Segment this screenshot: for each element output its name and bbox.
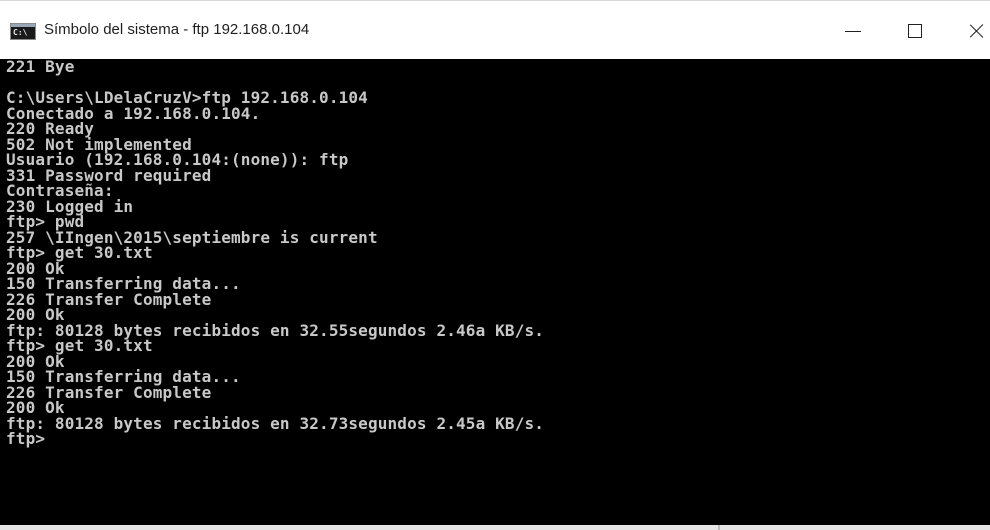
console-line: ftp> get 30.txt bbox=[6, 243, 153, 262]
console-output[interactable]: 221 Bye C:\Users\LDelaCruzV>ftp 192.168.… bbox=[0, 59, 990, 525]
resize-mark bbox=[718, 525, 720, 530]
console-line: Conectado a 192.168.0.104. bbox=[6, 103, 261, 123]
window-title: Símbolo del sistema - ftp 192.168.0.104 bbox=[44, 21, 310, 38]
title-bar[interactable]: C:\ Símbolo del sistema - ftp 192.168.0.… bbox=[0, 1, 990, 59]
maximize-button[interactable] bbox=[892, 14, 938, 48]
cmd-icon-bar bbox=[11, 24, 35, 27]
console-line: 331 Password required bbox=[6, 165, 212, 185]
console-line: Contraseña: bbox=[6, 181, 114, 200]
console-line: 226 Transfer Complete bbox=[6, 289, 212, 309]
console-line: ftp> get 30.txt bbox=[6, 336, 153, 355]
close-icon bbox=[970, 24, 984, 38]
console-line: 226 Transfer Complete bbox=[6, 382, 212, 402]
command-prompt-window: C:\ Símbolo del sistema - ftp 192.168.0.… bbox=[0, 0, 990, 530]
cmd-icon-label: C:\ bbox=[13, 28, 28, 37]
maximize-icon bbox=[908, 24, 922, 38]
console-prompt-line: ftp> bbox=[6, 429, 46, 448]
console-line: 230 Logged in bbox=[6, 196, 134, 216]
console-line: ftp: 80128 bytes recibidos en 32.55segun… bbox=[6, 320, 545, 340]
window-bottom-border bbox=[0, 525, 990, 530]
minimize-button[interactable] bbox=[830, 14, 876, 48]
console-line: 257 \IIngen\2015\septiembre is current bbox=[6, 227, 378, 247]
minimize-icon bbox=[845, 30, 861, 32]
console-line: 221 Bye bbox=[6, 59, 75, 76]
console-line: ftp: 80128 bytes recibidos en 32.73segun… bbox=[6, 413, 545, 433]
cmd-icon[interactable]: C:\ bbox=[10, 23, 36, 40]
close-button[interactable] bbox=[954, 14, 990, 48]
